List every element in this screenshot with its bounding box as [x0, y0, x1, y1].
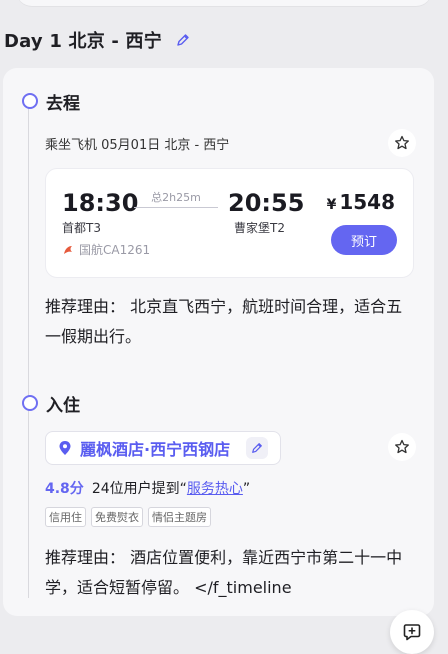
edit-icon[interactable] — [172, 29, 194, 51]
arrival-airport: 曹家堡T2 — [234, 221, 285, 235]
hotel-score: 4.8分 — [45, 481, 84, 497]
stay-title: 入住 — [46, 395, 80, 416]
airline-info: 国航CA1261 — [62, 241, 150, 258]
price-value: 1548 — [339, 190, 395, 214]
favorite-flight-button[interactable] — [388, 129, 416, 157]
add-chat-icon — [403, 624, 421, 641]
stay-section-header: 入住 — [22, 391, 80, 416]
timeline-line — [28, 108, 29, 598]
previous-card-edge — [16, 0, 432, 6]
review-mention: 24位用户提到“服务热心” — [91, 481, 251, 497]
add-chat-button[interactable] — [390, 610, 434, 654]
timeline-dot — [22, 395, 38, 411]
edit-icon[interactable] — [246, 437, 269, 459]
flight-duration: 总2h25m — [151, 191, 201, 204]
hotel-tag: 信用住 — [45, 507, 86, 527]
star-icon — [395, 135, 409, 150]
duration-line — [134, 207, 218, 208]
stay-reason: 推荐理由： 酒店位置便利，靠近西宁市第二十一中学，适合短暂停留。 </f_tim… — [45, 548, 403, 597]
hotel-name: 麗枫酒店·西宁西钢店 — [80, 440, 231, 459]
review-highlight-link[interactable]: 服务热心 — [187, 481, 243, 497]
flight-summary: 乘坐飞机 05月01日 北京 - 西宁 — [45, 138, 230, 153]
airline-logo-icon — [64, 245, 72, 254]
departure-title: 去程 — [46, 93, 80, 114]
favorite-hotel-button[interactable] — [388, 433, 416, 461]
day-header: Day 1 北京 - 西宁 — [4, 26, 194, 54]
airline-flight-number: 国航CA1261 — [79, 243, 151, 257]
day-title: Day 1 北京 - 西宁 — [4, 31, 162, 52]
hotel-tag: 情侣主题房 — [148, 507, 211, 527]
hotel-tag: 免费熨衣 — [91, 507, 143, 527]
arrival-time: 20:55 — [228, 189, 305, 217]
departure-section-header: 去程 — [22, 89, 80, 114]
flight-price: ¥1548 — [327, 190, 395, 214]
departure-reason: 推荐理由： 北京直飞西宁，航班时间合理，适合五一假期出行。 — [45, 297, 403, 346]
departure-airport: 首都T3 — [62, 221, 101, 235]
hotel-chip[interactable]: 麗枫酒店·西宁西钢店 — [45, 431, 282, 465]
book-flight-button[interactable]: 预订 — [331, 225, 397, 255]
hotel-rating: 4.8分 24位用户提到“服务热心” — [45, 478, 250, 498]
timeline-dot — [22, 93, 38, 109]
location-pin-icon — [59, 441, 71, 455]
hotel-tags: 信用住 免费熨衣 情侣主题房 — [45, 507, 211, 527]
flight-card[interactable]: 18:30 首都T3 总2h25m 20:55 曹家堡T2 国航CA1261 ¥… — [45, 168, 414, 278]
departure-time: 18:30 — [62, 189, 139, 217]
currency-symbol: ¥ — [326, 197, 337, 213]
star-icon — [395, 439, 409, 454]
